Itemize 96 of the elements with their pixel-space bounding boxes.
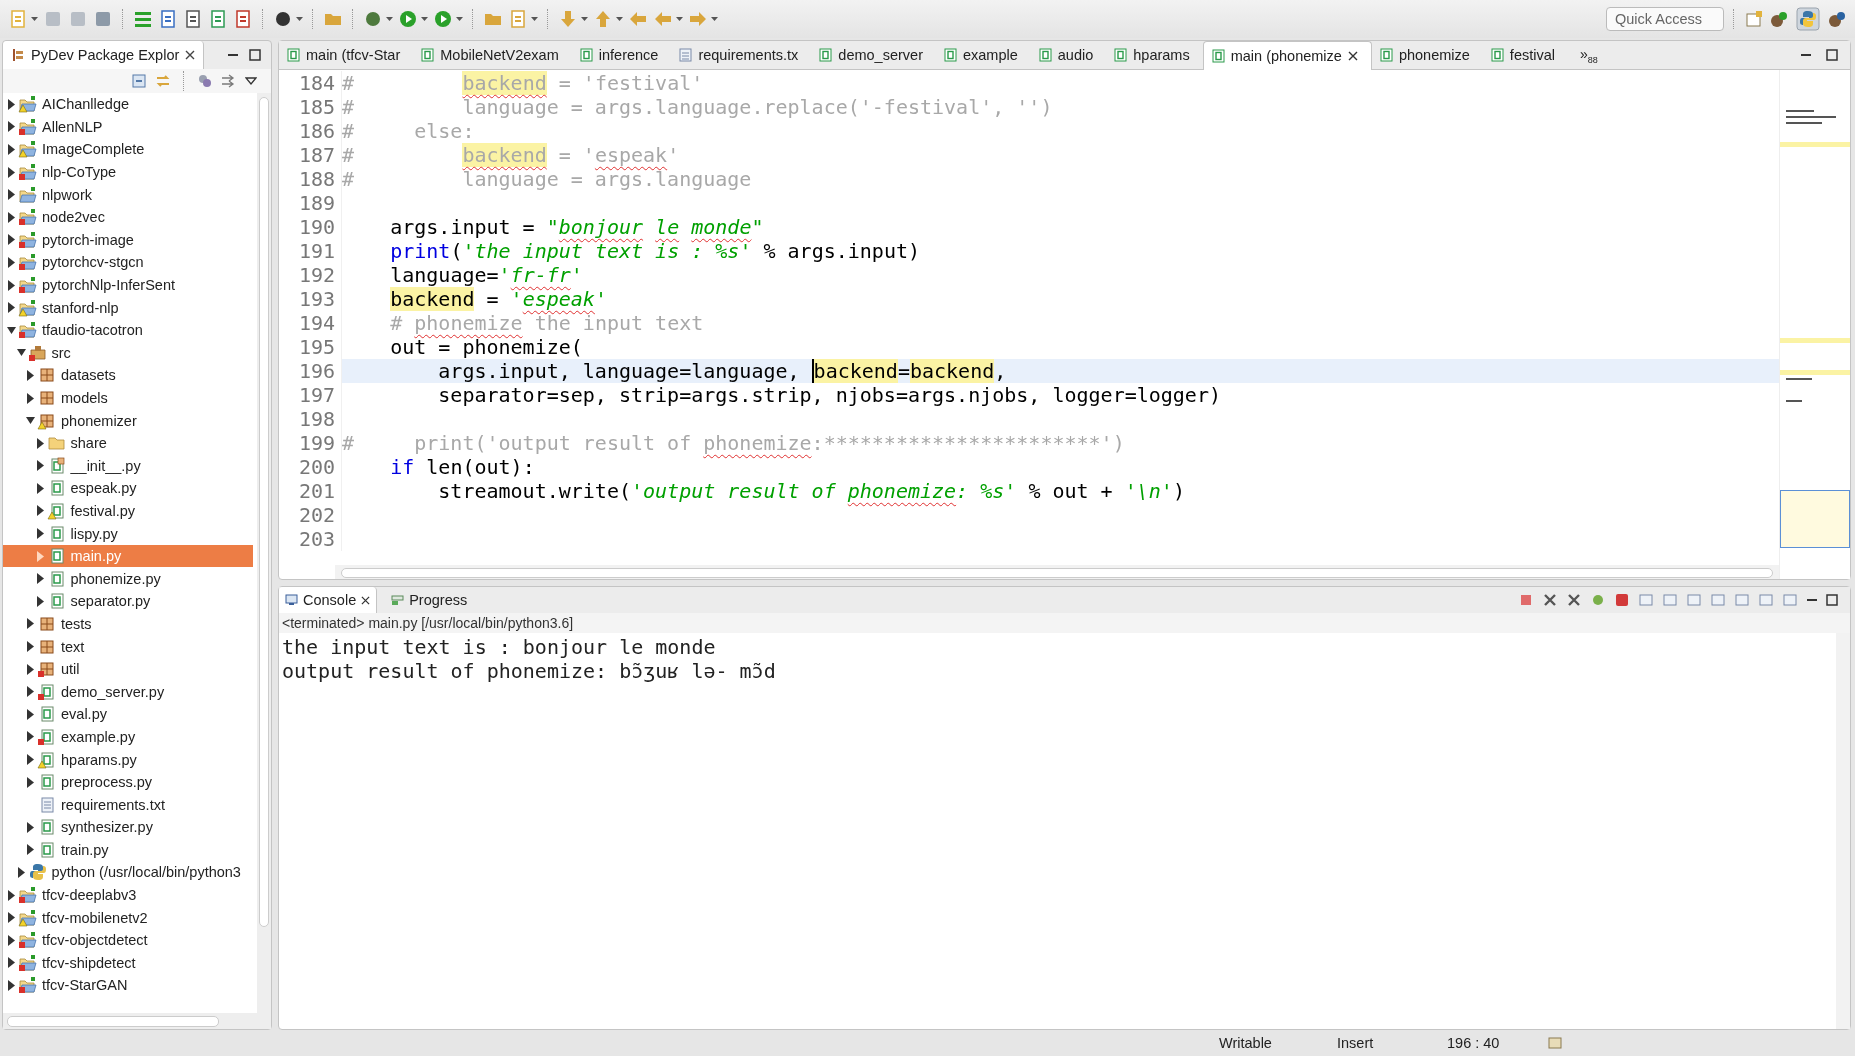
editor-tab[interactable]: hparams [1106,41,1203,69]
line-number: 197 [279,383,342,407]
tree-item[interactable]: nlp-CoType [3,160,253,184]
editor-tab[interactable]: example [935,41,1031,69]
tree-item[interactable]: tfcv-shipdetect [3,951,253,975]
tree-item[interactable]: tfaudio-tacotron [3,318,253,342]
tree-item[interactable]: demo_server.py [3,680,253,704]
status-writable: Writable [1219,1035,1273,1051]
line-number: 184 [279,71,342,95]
line-number: 192 [279,263,342,287]
line-number: 187 [279,143,342,167]
tree-item[interactable]: AllenNLP [3,115,253,139]
tree-item[interactable]: python (/usr/local/bin/python3 [3,861,253,884]
line-number: 188 [279,167,342,191]
tree-item[interactable]: phonemizer [3,409,253,432]
tree-item[interactable]: lispy.py [3,522,253,545]
quick-access-field[interactable]: Quick Access [1606,7,1724,31]
line-number: 202 [279,503,342,527]
tree-item[interactable]: tfcv-StarGAN [3,974,253,997]
console-process-label: <terminated> main.py [/usr/local/bin/python3.6] [279,613,1850,633]
code-line: print('the input text is : %s' % args.input) [389,239,920,263]
code-line: language='fr-fr' [389,263,583,287]
line-number: 190 [279,215,342,239]
line-number: 198 [279,407,342,431]
tree-item[interactable]: phonemize.py [3,567,253,591]
tree-item[interactable]: datasets [3,364,253,387]
editor-tab[interactable]: demo_server [811,41,936,69]
tree-item[interactable]: tests [3,612,253,636]
code-line: # backend = 'festival' [342,71,704,95]
tree-item[interactable]: node2vec [3,205,253,229]
tree-item[interactable]: tfcv-deeplabv3 [3,883,253,907]
code-line: out = phonemize( [389,335,583,359]
console-output-line: output result of phonemize: bɔ̃ʒuʁ lə- mɔ̃d [282,659,777,683]
line-number: 186 [279,119,342,143]
status-insert-mode: Insert [1337,1035,1375,1051]
line-number: 185 [279,95,342,119]
editor-tab[interactable]: audio [1030,41,1107,69]
tree-item[interactable]: AIChanlledge [3,93,253,116]
tree-item[interactable]: synthesizer.py [3,816,253,839]
tree-item[interactable]: nlpwork [3,183,253,206]
tree-item[interactable]: __init__.py [3,454,253,478]
line-number: 201 [279,479,342,503]
line-number: 203 [279,527,342,551]
tree-item[interactable]: share [3,431,253,455]
view-tab[interactable]: Progress [385,587,474,613]
status-cursor-position: 196 : 40 [1447,1035,1501,1051]
tree-item[interactable]: example.py [3,725,253,749]
line-number: 196 [279,359,342,383]
tree-item[interactable]: ImageComplete [3,138,253,161]
tree-item[interactable]: pytorchNlp-InferSent [3,273,253,297]
console-output-line: the input text is : bonjour le monde [282,635,717,659]
code-line: args.input = "bonjour le monde" [389,215,764,239]
tree-item[interactable]: hparams.py [3,748,253,771]
code-line: # backend = 'espeak' [342,143,680,167]
tree-item[interactable]: models [3,386,253,410]
view-tab[interactable]: Console [279,587,378,613]
code-line: if len(out): [389,455,535,479]
tree-item[interactable]: pytorch-image [3,228,253,252]
code-line: # else: [342,119,475,143]
tree-item[interactable]: train.py [3,838,253,862]
editor-tab[interactable]: main (tfcv-Star [279,41,414,69]
code-line: args.input, language=language, backend=backend, [437,359,1007,383]
tree-item[interactable]: text [3,635,253,658]
editor-tab[interactable]: inference [571,41,672,69]
line-number: 193 [279,287,342,311]
editor-tab[interactable]: main (phonemize [1202,40,1372,70]
tree-item[interactable]: espeak.py [3,477,253,500]
tree-item[interactable]: festival.py [3,499,253,523]
more-tabs-button[interactable]: »$_{88}$ [1568,45,1610,65]
line-number: 199 [279,431,342,455]
editor-tab[interactable]: festival [1482,41,1568,69]
tree-item[interactable]: tfcv-mobilenetv2 [3,906,253,929]
tree-item[interactable]: src [3,341,253,365]
code-line: streamout.write('output result of phonemize: %s' % out + '\n') [437,479,1185,503]
code-line: # phonemize the input text [389,311,704,335]
code-line: # language = args.language.replace('-festival', '') [342,95,1053,119]
tree-item[interactable]: separator.py [3,590,253,613]
tree-item[interactable]: pytorchcv-stgcn [3,251,253,274]
line-number: 194 [279,311,342,335]
tree-item[interactable]: util [3,657,253,681]
editor-tab[interactable]: phonemize [1371,41,1483,69]
editor-tab[interactable]: requirements.tx [671,41,812,69]
code-line: # language = args.language [342,167,752,191]
package-explorer-tab[interactable]: PyDev Package Explor [3,41,205,69]
line-number: 191 [279,239,342,263]
tree-item[interactable]: requirements.txt [3,793,253,816]
line-number: 189 [279,191,342,215]
tree-item[interactable]: preprocess.py [3,770,253,794]
line-number: 200 [279,455,342,479]
tree-item[interactable]: stanford-nlp [3,296,253,319]
code-line: # print('output result of phonemize:***********************') [342,431,1125,455]
tree-item[interactable]: tfcv-objectdetect [3,928,253,952]
code-line: separator=sep, strip=args.strip, njobs=args.njobs, logger=logger) [437,383,1221,407]
tree-item[interactable]: eval.py [3,703,253,726]
code-line: backend = 'espeak' [389,287,607,311]
editor-tab[interactable]: MobileNetV2exam [413,41,572,69]
